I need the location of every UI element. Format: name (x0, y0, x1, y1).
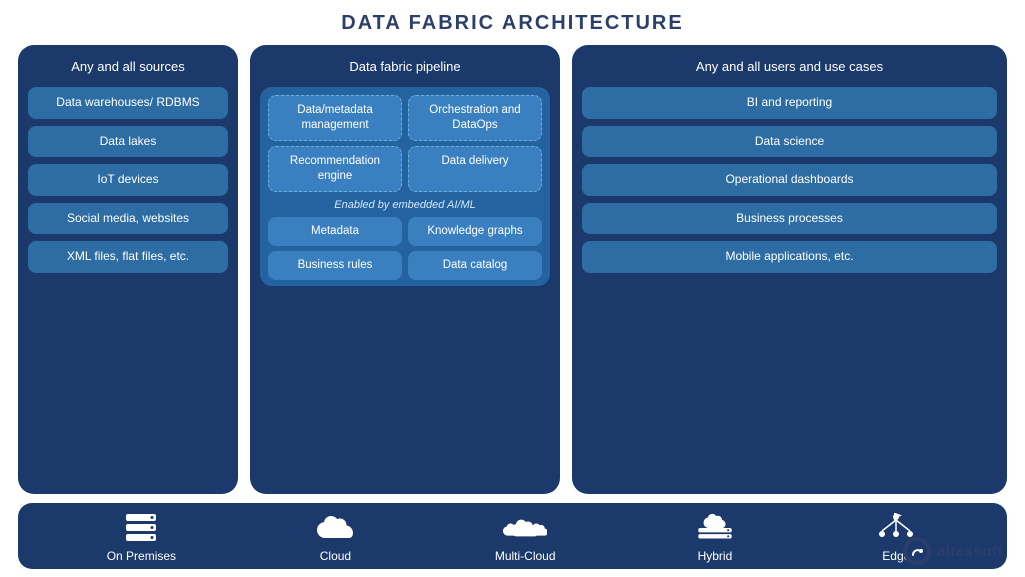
list-item: Business processes (582, 203, 997, 235)
pipeline-inner: Data/metadata management Orchestration a… (260, 87, 550, 286)
list-item: Data warehouses/ RDBMS (28, 87, 228, 119)
branding: altexsoft (903, 537, 1003, 565)
top-section: Any and all sources Data warehouses/ RDB… (18, 45, 1007, 494)
brand-logo (903, 537, 931, 565)
page-title: DATA FABRIC ARCHITECTURE (18, 12, 1007, 35)
pipeline-cell-orchestration: Orchestration and DataOps (408, 95, 542, 141)
bottom-item-multi-cloud: Multi-Cloud (495, 511, 556, 563)
pipeline-cell-knowledge: Knowledge graphs (408, 217, 542, 246)
pipeline-cell-recommendation: Recommendation engine (268, 146, 402, 192)
sources-label: Any and all sources (28, 55, 228, 80)
bottom-item-cloud: Cloud (313, 511, 357, 563)
list-item: BI and reporting (582, 87, 997, 119)
bottom-item-label: Hybrid (698, 549, 733, 563)
sources-panel: Any and all sources Data warehouses/ RDB… (18, 45, 238, 494)
server-icon (119, 511, 163, 545)
pipeline-cell-metadata: Metadata (268, 217, 402, 246)
pipeline-row-2: Recommendation engine Data delivery (268, 146, 542, 192)
bottom-item-label: Cloud (320, 549, 351, 563)
cloud-icon (313, 511, 357, 545)
pipeline-label: Data fabric pipeline (260, 55, 550, 80)
list-item: Data lakes (28, 126, 228, 158)
pipeline-cell-business-rules: Business rules (268, 251, 402, 280)
usecases-panel: Any and all users and use cases BI and r… (572, 45, 1007, 494)
bottom-item-label: On Premises (107, 549, 176, 563)
bottom-item-label: Multi-Cloud (495, 549, 556, 563)
pipeline-cell-data-metadata: Data/metadata management (268, 95, 402, 141)
list-item: Operational dashboards (582, 164, 997, 196)
list-item: Mobile applications, etc. (582, 241, 997, 273)
pipeline-row-1: Data/metadata management Orchestration a… (268, 95, 542, 141)
pipeline-cell-catalog: Data catalog (408, 251, 542, 280)
bottom-item-on-premises: On Premises (107, 511, 176, 563)
brand-name: altexsoft (937, 543, 1003, 560)
bottom-item-hybrid: Hybrid (693, 511, 737, 563)
main-container: DATA FABRIC ARCHITECTURE Any and all sou… (0, 0, 1025, 577)
ai-label: Enabled by embedded AI/ML (268, 197, 542, 212)
bottom-bar: On Premises Cloud (18, 503, 1007, 569)
list-item: XML files, flat files, etc. (28, 241, 228, 273)
pipeline-cell-delivery: Data delivery (408, 146, 542, 192)
list-item: Social media, websites (28, 203, 228, 235)
pipeline-panel: Data fabric pipeline Data/metadata manag… (250, 45, 560, 494)
list-item: Data science (582, 126, 997, 158)
usecases-label: Any and all users and use cases (582, 55, 997, 80)
pipeline-row-4: Business rules Data catalog (268, 251, 542, 280)
list-item: IoT devices (28, 164, 228, 196)
hybrid-icon (693, 511, 737, 545)
multi-cloud-icon (503, 511, 547, 545)
pipeline-row-3: Metadata Knowledge graphs (268, 217, 542, 246)
